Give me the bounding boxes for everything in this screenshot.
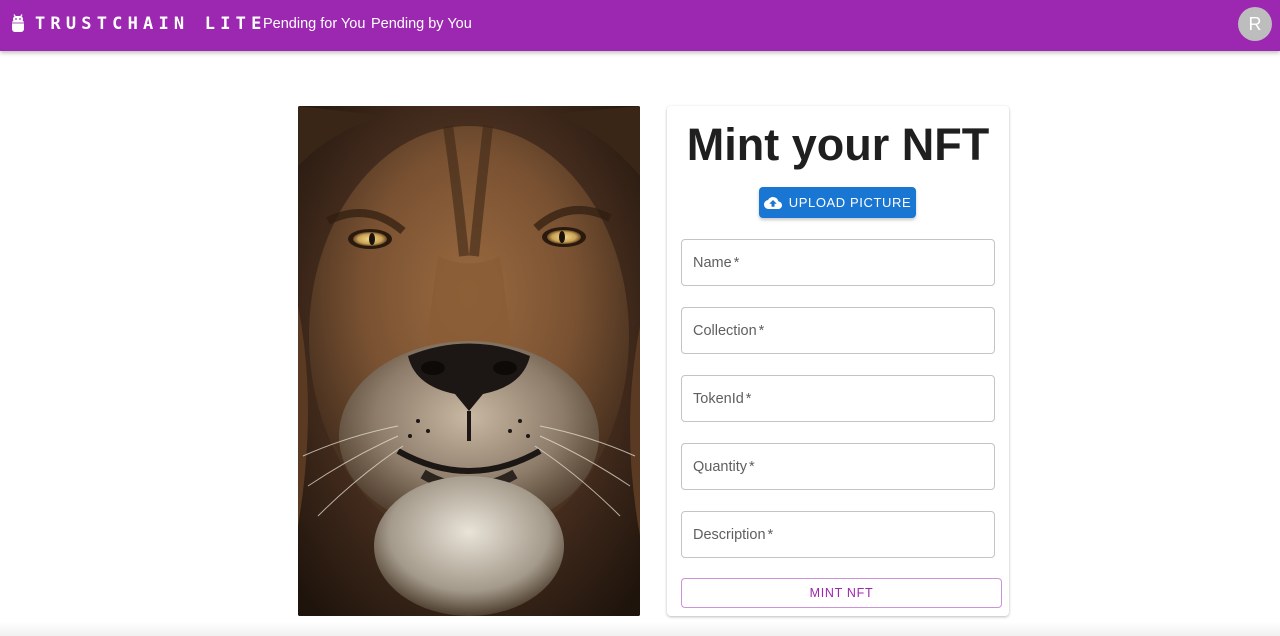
collection-field-label: Collection * — [693, 323, 765, 339]
upload-picture-label: UPLOAD PICTURE — [788, 195, 912, 210]
mint-form-card: Mint your NFT UPLOAD PICTURE Name * Colle… — [667, 106, 1009, 616]
collection-field[interactable]: Collection * — [681, 307, 995, 354]
cloud-upload-icon — [763, 196, 782, 209]
user-avatar[interactable]: R — [1238, 7, 1272, 41]
nav-pending-by-you[interactable]: Pending by You — [371, 15, 472, 33]
app-bar: TRUSTCHAIN LITE Pending for You Pending … — [0, 0, 1280, 51]
tokenid-field-label: TokenId * — [693, 391, 752, 407]
form-title: Mint your NFT — [686, 119, 990, 170]
quantity-field-label: Quantity * — [693, 459, 755, 475]
description-field[interactable]: Description * — [681, 511, 995, 558]
brand-title[interactable]: TRUSTCHAIN LITE — [35, 13, 267, 35]
mint-nft-button[interactable]: MINT NFT — [681, 578, 1002, 608]
tokenid-field[interactable]: TokenId * — [681, 375, 995, 422]
description-field-label: Description * — [693, 527, 774, 543]
nav-pending-for-you[interactable]: Pending for You — [263, 15, 365, 33]
name-field[interactable]: Name * — [681, 239, 995, 286]
upload-picture-button[interactable]: UPLOAD PICTURE — [759, 187, 916, 218]
lion-image — [298, 106, 640, 616]
page-bottom-edge — [0, 622, 1280, 636]
android-logo-icon[interactable] — [10, 14, 26, 34]
nft-preview-image — [298, 106, 640, 616]
name-field-label: Name * — [693, 255, 740, 271]
quantity-field[interactable]: Quantity * — [681, 443, 995, 490]
